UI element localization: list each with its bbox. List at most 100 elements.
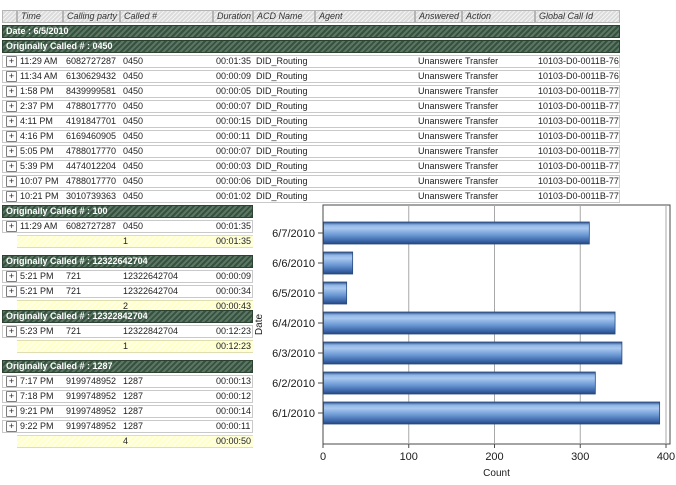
table-cell: 4788017770 xyxy=(63,175,120,188)
table-cell: 10103-D0-0011B-771 xyxy=(535,100,620,113)
group-table: Originally Called # : 12322642704 +5:21 P… xyxy=(2,253,253,315)
expand-row-icon[interactable]: + xyxy=(6,221,17,232)
table-cell: 00:00:09 xyxy=(213,70,253,83)
table-cell: 721 xyxy=(63,325,120,338)
table-row: +5:21 PM7211232264270400:00:09 xyxy=(2,270,253,283)
called-group-header-label: Originally Called # : 0450 xyxy=(2,40,620,53)
expand-row-icon[interactable]: + xyxy=(6,71,17,82)
table-cell: Unanswered xyxy=(415,130,462,143)
expand-row-icon[interactable]: + xyxy=(6,326,17,337)
called-group-header: Originally Called # : 12322642704 xyxy=(2,255,253,268)
expand-row-icon[interactable]: + xyxy=(6,56,17,67)
expand-row-icon[interactable]: + xyxy=(6,116,17,127)
column-header-expand xyxy=(2,10,17,23)
table-cell: 6169460905 xyxy=(63,130,120,143)
expand-cell: + xyxy=(2,285,17,298)
group-summary-row: 400:00:50 xyxy=(2,435,253,448)
expand-row-icon[interactable]: + xyxy=(6,101,17,112)
bar-6-6-2010 xyxy=(324,252,353,274)
expand-cell: + xyxy=(2,70,17,83)
expand-row-icon[interactable]: + xyxy=(6,146,17,157)
table-cell: 00:01:02 xyxy=(213,190,253,203)
table-cell: 10:21 PM xyxy=(17,190,63,203)
summary-total-duration: 00:01:35 xyxy=(213,235,253,248)
table-row: +7:17 PM9199748952128700:00:13 xyxy=(2,375,253,388)
table-row: +10:07 PM4788017770045000:00:06DID_Routi… xyxy=(2,175,620,188)
table-cell: DID_Routing xyxy=(253,175,315,188)
bar-6-7-2010 xyxy=(324,222,590,244)
x-tick-label: 100 xyxy=(400,451,418,463)
table-cell: 1287 xyxy=(120,390,213,403)
table-cell: 0450 xyxy=(120,220,213,233)
x-tick-label: 200 xyxy=(485,451,503,463)
expand-row-icon[interactable]: + xyxy=(6,86,17,97)
expand-row-icon[interactable]: + xyxy=(6,376,17,387)
column-header-duration: Duration xyxy=(213,10,253,23)
expand-row-icon[interactable]: + xyxy=(6,161,17,172)
column-header-action: Action xyxy=(462,10,535,23)
table-cell: 3010739363 xyxy=(63,190,120,203)
table-cell: 721 xyxy=(63,270,120,283)
table-cell: 10103-D0-0011B-774 xyxy=(535,145,620,158)
expand-row-icon[interactable]: + xyxy=(6,271,17,282)
summary-cell xyxy=(63,235,120,248)
category-label: 6/6/2010 xyxy=(272,258,315,270)
bar-6-2-2010 xyxy=(324,372,596,394)
called-group-header-label: Originally Called # : 1287 xyxy=(2,360,253,373)
table-cell: 6130629432 xyxy=(63,70,120,83)
table-cell: 0450 xyxy=(120,70,213,83)
expand-row-icon[interactable]: + xyxy=(6,286,17,297)
summary-cell xyxy=(2,235,17,248)
table-cell: Unanswered xyxy=(415,55,462,68)
expand-cell: + xyxy=(2,420,17,433)
expand-cell: + xyxy=(2,190,17,203)
table-cell: Transfer xyxy=(462,175,535,188)
table-cell: 721 xyxy=(63,285,120,298)
expand-row-icon[interactable]: + xyxy=(6,406,17,417)
table-cell xyxy=(315,115,415,128)
table-cell: 4:11 PM xyxy=(17,115,63,128)
expand-cell: + xyxy=(2,145,17,158)
summary-count: 1 xyxy=(120,340,213,353)
table-row: +9:22 PM9199748952128700:00:11 xyxy=(2,420,253,433)
table-cell: 00:00:05 xyxy=(213,85,253,98)
table-cell: DID_Routing xyxy=(253,160,315,173)
table-cell: 0450 xyxy=(120,145,213,158)
expand-row-icon[interactable]: + xyxy=(6,421,17,432)
date-group-header: Date : 6/5/2010 xyxy=(2,25,620,38)
category-label: 6/3/2010 xyxy=(272,348,315,360)
expand-cell: + xyxy=(2,270,17,283)
expand-cell: + xyxy=(2,55,17,68)
table-cell: 0450 xyxy=(120,175,213,188)
table-cell xyxy=(315,130,415,143)
table-cell: 00:00:06 xyxy=(213,175,253,188)
table-cell: 0450 xyxy=(120,55,213,68)
expand-row-icon[interactable]: + xyxy=(6,191,17,202)
called-group-header-label: Originally Called # : 100 xyxy=(2,205,253,218)
table-cell: DID_Routing xyxy=(253,100,315,113)
table-row: +11:29 AM6082727287045000:01:35 xyxy=(2,220,253,233)
table-cell: 00:00:03 xyxy=(213,160,253,173)
table-cell: 6082727287 xyxy=(63,220,120,233)
table-row: +5:21 PM7211232264270400:00:34 xyxy=(2,285,253,298)
table-cell: 9199748952 xyxy=(63,405,120,418)
expand-cell: + xyxy=(2,85,17,98)
group-table: Originally Called # : 12322842704+5:23 P… xyxy=(2,308,253,355)
table-cell: 8439999581 xyxy=(63,85,120,98)
column-header-time: Time xyxy=(17,10,63,23)
expand-row-icon[interactable]: + xyxy=(6,391,17,402)
expand-row-icon[interactable]: + xyxy=(6,131,17,142)
expand-cell: + xyxy=(2,160,17,173)
expand-cell: + xyxy=(2,325,17,338)
table-cell: Transfer xyxy=(462,160,535,173)
table-cell: 5:21 PM xyxy=(17,285,63,298)
table-cell: 00:00:34 xyxy=(213,285,253,298)
table-cell xyxy=(315,160,415,173)
table-cell: Transfer xyxy=(462,115,535,128)
date-group-header-label: Date : 6/5/2010 xyxy=(2,25,620,38)
called-group-header-label: Originally Called # : 12322842704 xyxy=(2,310,253,323)
summary-total-duration: 00:00:50 xyxy=(213,435,253,448)
expand-row-icon[interactable]: + xyxy=(6,176,17,187)
table-cell: Unanswered xyxy=(415,175,462,188)
call-detail-table: TimeCalling party #Called #DurationACD N… xyxy=(2,8,620,220)
